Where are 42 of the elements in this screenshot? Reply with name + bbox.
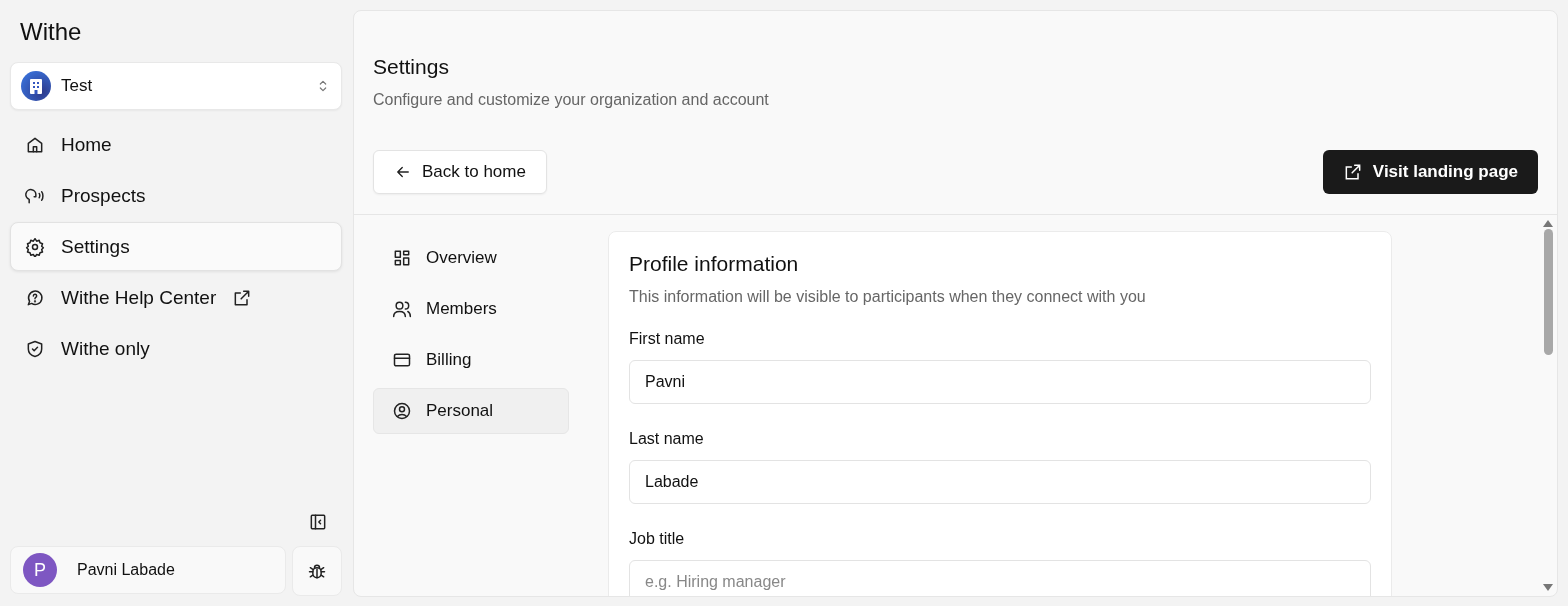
nav-item[interactable]: Settings (10, 222, 342, 271)
page-subtitle: Configure and customize your organization and account (373, 91, 770, 109)
settings-tab[interactable]: Personal (373, 388, 569, 434)
workspace-name: Test (61, 76, 94, 96)
help-bubble-icon (25, 287, 45, 308)
users-icon (392, 299, 412, 319)
panel-collapse-icon (308, 512, 328, 532)
scroll-down-icon[interactable] (1543, 584, 1553, 592)
shield-check-icon (25, 338, 45, 359)
scrollbar-thumb[interactable] (1543, 229, 1553, 355)
nav-item[interactable]: Prospects (10, 171, 342, 220)
settings-icon (25, 236, 45, 257)
card-icon (392, 350, 412, 370)
text-field[interactable]: Pavni (629, 360, 1371, 404)
avatar-initial: P (23, 553, 57, 587)
text-field[interactable]: e.g. Hiring manager (629, 560, 1371, 596)
user-account-button[interactable]: P Pavni Labade (10, 546, 286, 594)
landing-page-button[interactable]: Visit landing page (1322, 150, 1538, 194)
nav-item[interactable]: Withe Help Center (10, 273, 342, 322)
settings-tab[interactable]: Billing (373, 337, 569, 383)
nav-item[interactable]: Withe only (10, 324, 342, 373)
bug-report-button[interactable] (292, 546, 342, 596)
section-title: Profile information (629, 252, 800, 276)
field-label: First name (629, 330, 706, 348)
user-name: Pavni Labade (77, 561, 175, 579)
scroll-up-icon[interactable] (1543, 219, 1553, 227)
settings-tab[interactable]: Members (373, 286, 569, 332)
bug-icon (307, 561, 327, 581)
grid-icon (392, 248, 412, 268)
field-label: Job title (629, 530, 686, 548)
app-logo-text: Withe (20, 18, 83, 46)
workspace-selector[interactable]: Test (10, 62, 342, 110)
text-field[interactable]: Labade (629, 460, 1371, 504)
page-title: Settings (373, 55, 450, 79)
section-description: This information will be visible to participants when they connect with you (629, 288, 1147, 306)
sidebar-toggle-button[interactable] (308, 512, 328, 532)
user-circle-icon (392, 401, 412, 421)
back-button[interactable]: Back to home (373, 150, 547, 194)
settings-tab[interactable]: Overview (373, 235, 569, 281)
field-label: Last name (629, 430, 705, 448)
building-icon (21, 71, 51, 101)
nav-item[interactable]: Home (10, 120, 342, 169)
